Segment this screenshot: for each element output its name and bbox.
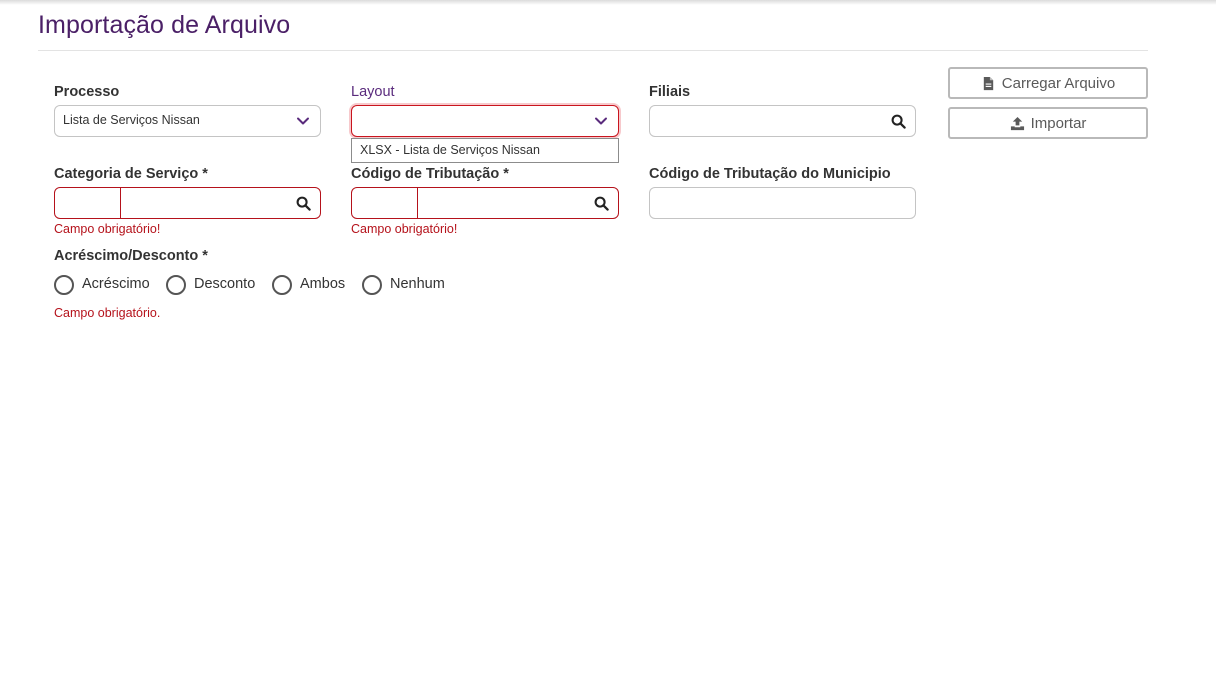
radio-desconto-label[interactable]: Desconto	[194, 276, 255, 292]
chevron-down-icon	[297, 117, 309, 125]
filiais-label: Filiais	[649, 84, 691, 100]
acrescimo-desconto-label: Acréscimo/Desconto *	[54, 248, 208, 264]
search-icon[interactable]	[594, 196, 609, 211]
title-divider	[38, 50, 1148, 51]
codigo-tributacao-error: Campo obrigatório!	[351, 222, 458, 236]
radio-ambos-label[interactable]: Ambos	[300, 276, 345, 292]
field-divider	[120, 188, 121, 218]
processo-label: Processo	[54, 84, 120, 100]
processo-select[interactable]: Lista de Serviços Nissan	[54, 105, 321, 137]
radio-acrescimo[interactable]	[54, 275, 74, 295]
search-icon[interactable]	[891, 114, 906, 129]
carregar-arquivo-label: Carregar Arquivo	[1001, 74, 1116, 92]
layout-option-xlsx[interactable]: XLSX - Lista de Serviços Nissan	[360, 143, 540, 157]
page-title: Importação de Arquivo	[38, 11, 291, 39]
importar-button[interactable]: Importar	[948, 107, 1148, 139]
categoria-servico-field[interactable]	[54, 187, 321, 219]
processo-selected-value: Lista de Serviços Nissan	[63, 113, 200, 127]
radio-desconto[interactable]	[166, 275, 186, 295]
filiais-input[interactable]	[649, 105, 916, 137]
codigo-tributacao-municipio-label: Código de Tributação do Municipio	[649, 166, 891, 182]
field-divider	[417, 188, 418, 218]
radio-ambos[interactable]	[272, 275, 292, 295]
acrescimo-desconto-error: Campo obrigatório.	[54, 306, 161, 320]
radio-nenhum-label[interactable]: Nenhum	[390, 276, 445, 292]
importar-label: Importar	[1030, 114, 1087, 132]
top-shadow	[0, 0, 1216, 5]
layout-label: Layout	[351, 84, 395, 100]
search-icon[interactable]	[296, 196, 311, 211]
codigo-tributacao-label: Código de Tributação *	[351, 166, 509, 182]
carregar-arquivo-button[interactable]: Carregar Arquivo	[948, 67, 1148, 99]
file-icon	[983, 76, 993, 90]
codigo-tributacao-municipio-input[interactable]	[649, 187, 916, 219]
chevron-down-icon	[595, 117, 607, 125]
layout-dropdown-list: XLSX - Lista de Serviços Nissan	[351, 138, 619, 163]
upload-icon	[1010, 116, 1024, 130]
categoria-servico-error: Campo obrigatório!	[54, 222, 161, 236]
categoria-servico-label: Categoria de Serviço *	[54, 166, 208, 182]
radio-acrescimo-label[interactable]: Acréscimo	[82, 276, 150, 292]
radio-nenhum[interactable]	[362, 275, 382, 295]
layout-select[interactable]	[351, 105, 619, 137]
codigo-tributacao-field[interactable]	[351, 187, 619, 219]
